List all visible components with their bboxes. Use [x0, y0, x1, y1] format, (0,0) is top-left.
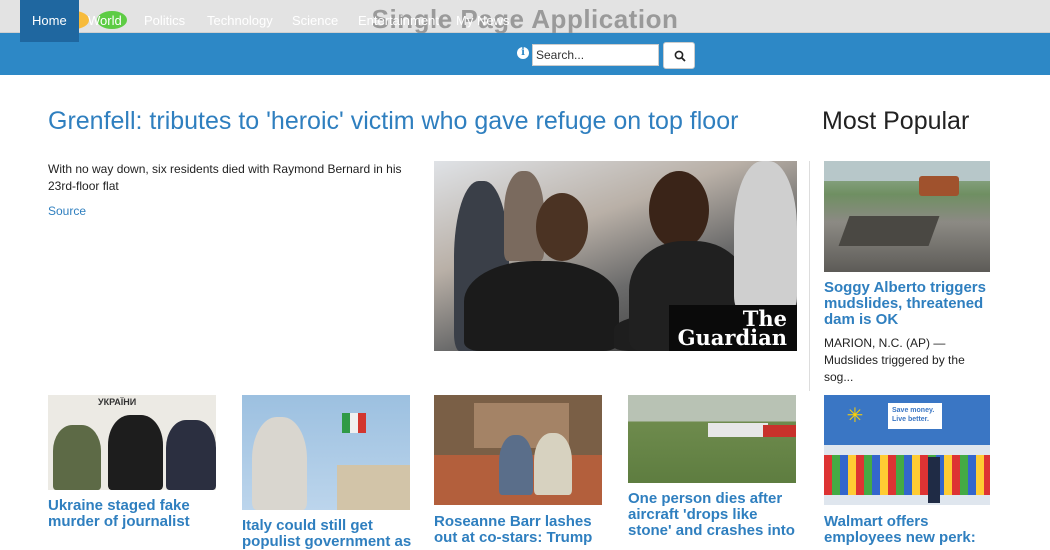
info-icon[interactable]: i [517, 47, 529, 59]
card-title-2[interactable]: Italy could still get populist governmen… [242, 518, 417, 550]
card-thumb-italy[interactable] [242, 395, 410, 510]
source-link[interactable]: Source [48, 204, 86, 218]
card-thumb-aircraft[interactable] [628, 395, 796, 483]
nav-world[interactable]: World [76, 0, 134, 42]
popular-thumb-mudslide[interactable] [824, 161, 990, 272]
card-title-4[interactable]: One person dies after aircraft 'drops li… [628, 491, 803, 539]
card-title-3[interactable]: Roseanne Barr lashes out at co-stars: Tr… [434, 514, 609, 546]
most-popular-heading: Most Popular [822, 107, 970, 135]
popular-title-1[interactable]: Soggy Alberto triggers mudslides, threat… [824, 280, 994, 328]
featured-summary: With no way down, six residents died wit… [48, 162, 402, 193]
popular-title-2[interactable]: Walmart offers employees new perk: [824, 514, 994, 546]
popular-snippet-1: MARION, N.C. (AP) — Mudslides triggered … [824, 336, 965, 384]
column-divider [809, 161, 810, 391]
nav-science[interactable]: Science [280, 0, 350, 42]
search-icon [674, 50, 686, 62]
card-thumb-roseanne[interactable] [434, 395, 602, 505]
nav-technology[interactable]: Technology [195, 0, 285, 42]
nav-entertainment[interactable]: Entertainment [346, 0, 451, 42]
nav-my-news[interactable]: My News [444, 0, 521, 42]
search-button[interactable] [663, 42, 695, 69]
nav-home[interactable]: Home [20, 0, 79, 42]
guardian-logo: The Guardian [669, 305, 797, 351]
featured-headline[interactable]: Grenfell: tributes to 'heroic' victim wh… [48, 107, 738, 136]
card-title-1[interactable]: Ukraine staged fake murder of journalist [48, 498, 218, 530]
nav-politics[interactable]: Politics [132, 0, 197, 42]
popular-thumb-walmart[interactable]: ✳ Save money. Live better. [824, 395, 990, 505]
search-input[interactable] [532, 44, 659, 66]
card-thumb-ukraine[interactable]: УКРАЇНИ [48, 395, 216, 490]
